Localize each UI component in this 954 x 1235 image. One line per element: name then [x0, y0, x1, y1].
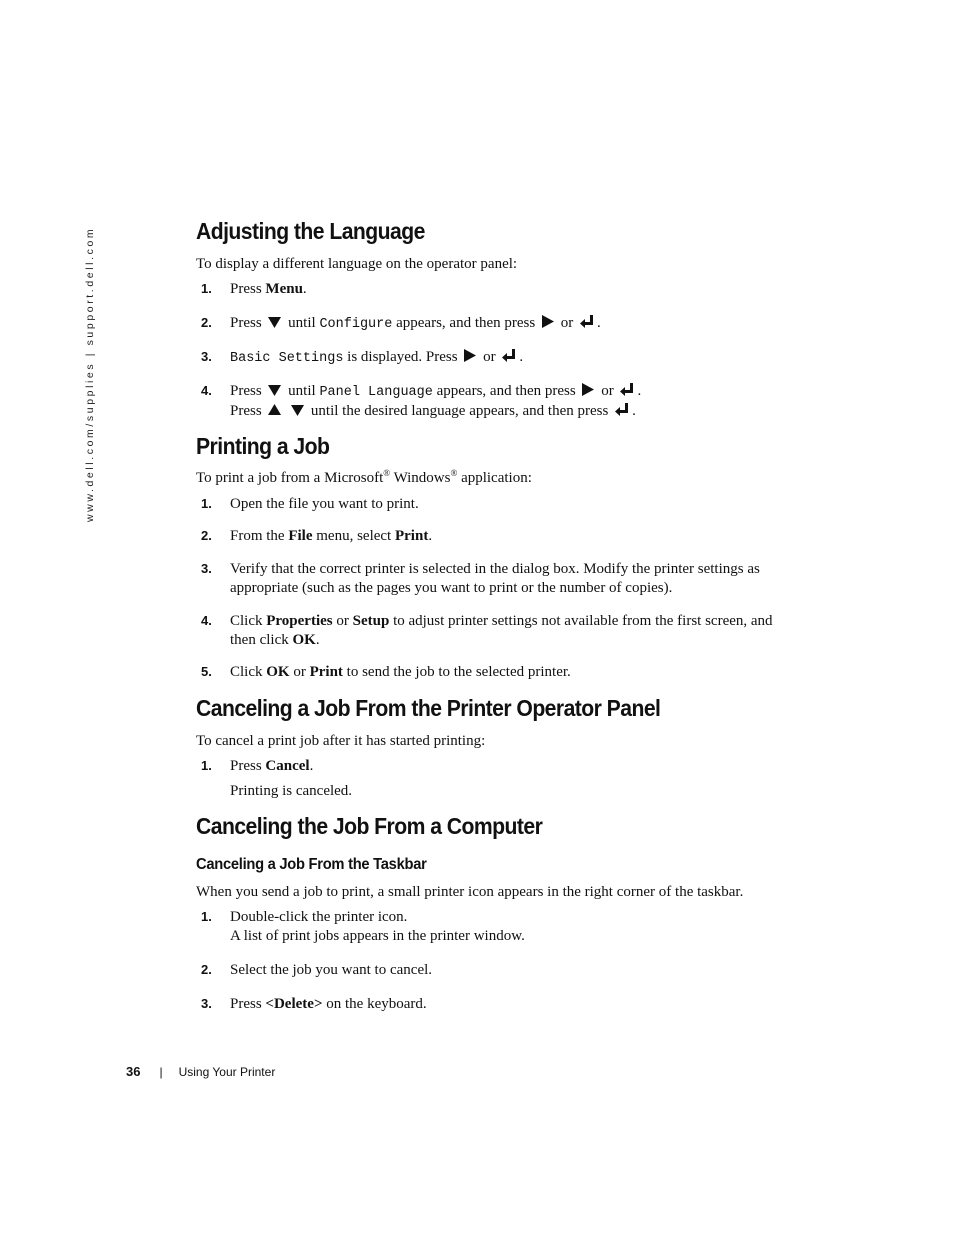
ok-button-label: OK [292, 632, 316, 648]
step-note: Printing is canceled. [230, 783, 353, 799]
step-number: 1. [201, 281, 212, 296]
right-arrow-icon [464, 349, 477, 362]
step-number: 1. [201, 909, 212, 924]
step-punct: . [596, 315, 601, 331]
step-punct: . [428, 528, 433, 544]
step-text: or [289, 664, 310, 680]
step-text: or [601, 383, 614, 399]
sidebar-url-text: www.dell.com/supplies | support.dell.com [84, 226, 96, 522]
step-text: Click [230, 664, 267, 680]
step-punct: . [302, 281, 307, 297]
step-text: or [332, 613, 353, 629]
language-intro: To display a different language on the o… [196, 256, 518, 272]
up-arrow-icon [268, 404, 282, 415]
step-text: From the [230, 528, 289, 544]
step-number: 2. [201, 962, 212, 977]
step-text: on the keyboard. [322, 996, 427, 1012]
heading-cancel-computer: Canceling the Job From a Computer [196, 813, 543, 839]
step-text: appears, and then press [396, 315, 536, 331]
step-punct: . [519, 349, 524, 365]
step-text: is displayed. Press [347, 349, 458, 365]
subheading-cancel-taskbar: Canceling a Job From the Taskbar [196, 856, 427, 873]
step-number: 4. [201, 383, 212, 398]
print-button-label: Print [309, 664, 343, 680]
heading-printing-job: Printing a Job [196, 433, 330, 459]
file-menu-label: File [288, 528, 313, 544]
print-command-label: Print [394, 528, 429, 544]
heading-adjusting-language: Adjusting the Language [196, 218, 425, 244]
page-footer: 36 | Using Your Printer [126, 1064, 275, 1079]
properties-button-label: Properties [266, 613, 333, 629]
page-number: 36 [126, 1064, 141, 1079]
step-punct: . [309, 758, 314, 774]
step-text: or [483, 349, 496, 365]
enter-key-icon [620, 383, 634, 396]
setup-button-label: Setup [352, 613, 390, 629]
right-arrow-icon [582, 383, 595, 396]
down-arrow-icon [268, 317, 282, 328]
ok-button-label: OK [266, 664, 290, 680]
step-text: menu, select [312, 528, 395, 544]
heading-cancel-operator-panel: Canceling a Job From the Printer Operato… [196, 695, 661, 721]
step-number: 1. [201, 496, 212, 511]
step-number: 2. [201, 315, 212, 330]
step-number: 3. [201, 561, 212, 576]
step-text: Press [230, 383, 262, 399]
cancel-panel-intro: To cancel a print job after it has start… [196, 733, 486, 749]
cancel-computer-intro: When you send a job to print, a small pr… [196, 884, 744, 900]
step-punct: . [632, 403, 636, 419]
step-text: until [288, 315, 316, 331]
step-text: Select the job you want to cancel. [230, 962, 433, 978]
display-text-configure: Configure [319, 317, 393, 332]
step-number: 3. [201, 349, 212, 364]
step-number: 5. [201, 664, 212, 679]
printing-intro: To print a job from a Microsoft® Windows… [196, 469, 532, 488]
step-text: Verify that the correct printer is selec… [230, 561, 760, 596]
step-text: Press [230, 281, 266, 297]
step-punct: . [637, 383, 642, 399]
cancel-key-label: Cancel [265, 758, 310, 774]
step-result-text: A list of print jobs appears in the prin… [230, 928, 525, 944]
step-number: 2. [201, 528, 212, 543]
footer-separator: | [159, 1065, 163, 1079]
display-text-basic-settings: Basic Settings [230, 351, 344, 366]
step-text: Double-click the printer icon. [230, 909, 408, 925]
delete-key-label: <Delete> [265, 996, 323, 1012]
intro-text: application: [457, 470, 532, 486]
chapter-title: Using Your Printer [178, 1065, 276, 1079]
down-arrow-icon [291, 405, 305, 416]
step-text: Press [230, 403, 262, 419]
menu-key-label: Menu [265, 281, 303, 297]
step-text: Press [230, 996, 266, 1012]
intro-text: Windows [390, 470, 451, 486]
enter-key-icon [615, 403, 629, 416]
step-text: or [560, 315, 574, 331]
step-punct: . [315, 632, 320, 648]
step-text: Press [230, 758, 266, 774]
down-arrow-icon [268, 385, 282, 396]
step-number: 1. [201, 758, 212, 773]
display-text-panel-language: Panel Language [319, 385, 433, 400]
intro-text: To print a job from a Microsoft [196, 470, 384, 486]
step-text: until the desired language appears, and … [310, 403, 609, 419]
right-arrow-icon [541, 315, 554, 328]
step-text: Click [230, 613, 267, 629]
step-text: Press [230, 315, 262, 331]
step-text: appears, and then press [436, 383, 576, 399]
enter-key-icon [579, 315, 593, 328]
enter-key-icon [502, 349, 516, 362]
step-text: until [288, 383, 316, 399]
step-text: Open the file you want to print. [230, 496, 419, 512]
step-number: 3. [201, 996, 212, 1011]
step-text: to send the job to the selected printer. [342, 664, 571, 680]
step-number: 4. [201, 613, 212, 628]
